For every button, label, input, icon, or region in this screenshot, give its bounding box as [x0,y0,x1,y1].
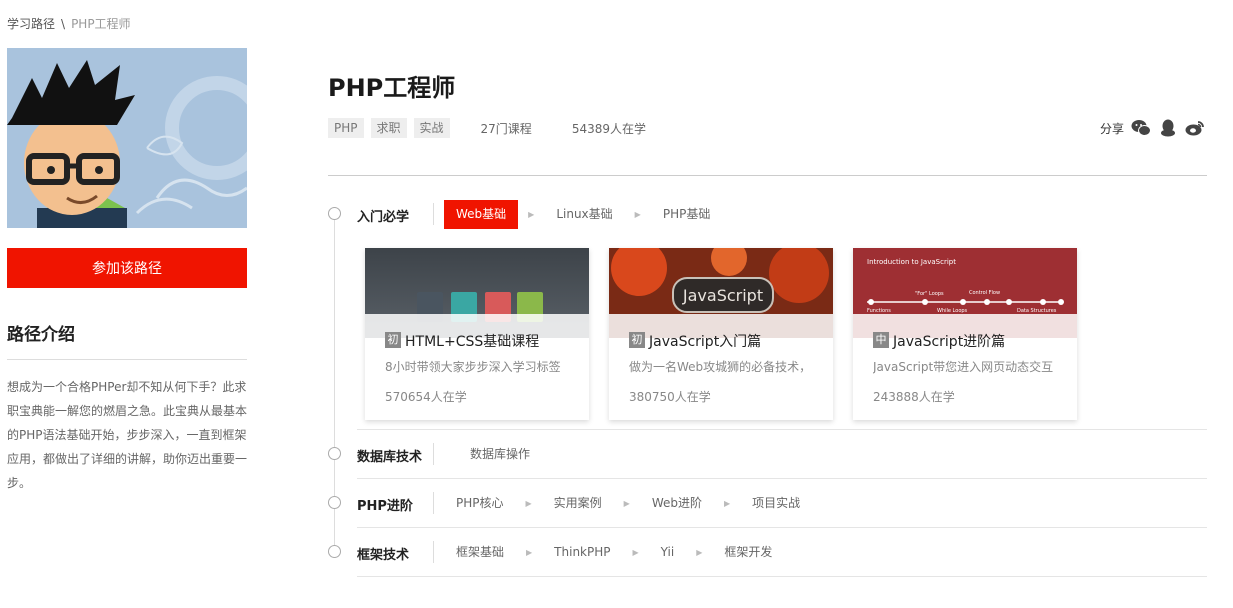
tag-php[interactable]: PHP [328,118,364,138]
course-description: 做为一名Web攻城狮的必备技术， [629,360,812,374]
breadcrumb-root-link[interactable]: 学习路径 [7,17,55,31]
course-count: 27门课程 [480,121,532,136]
course-thumbnail: JavaScript [609,248,833,338]
stage-steps: 框架基础 ▶ ThinkPHP ▶ Yii ▶ 框架开发 [444,538,784,567]
svg-text:Control Flow: Control Flow [969,290,1000,296]
step-thinkphp[interactable]: ThinkPHP [542,538,622,567]
cartoon-avatar-illustration [7,48,247,228]
course-cards: 初 HTML+CSS基础课程 8小时带领大家步步深入学习标签 570654人在学… [365,248,1097,420]
stage-separator [433,203,434,225]
breadcrumb-separator: \ [61,17,66,31]
course-card[interactable]: 初 HTML+CSS基础课程 8小时带领大家步步深入学习标签 570654人在学 [365,248,589,420]
join-path-button[interactable]: 参加该路径 [7,248,247,288]
stage-separator [433,541,434,563]
step-db-operations[interactable]: 数据库操作 [444,440,542,469]
course-description: 8小时带领大家步步深入学习标签 [385,360,561,374]
svg-text:Functions: Functions [867,308,891,314]
arrow-right-icon: ▶ [528,210,535,219]
svg-text:Data Structures: Data Structures [1017,308,1057,314]
stage-divider [357,576,1207,577]
breadcrumb-current: PHP工程师 [71,17,131,31]
level-badge: 初 [629,332,645,348]
header-divider [328,175,1207,176]
stage-divider [357,429,1207,430]
arrow-right-icon: ▶ [526,548,533,557]
course-title: JavaScript进阶篇 [893,334,1006,350]
course-learners: 570654人在学 [385,390,467,404]
thumb-intro-text: Introduction to JavaScript [867,258,956,266]
arrow-right-icon: ▶ [634,210,641,219]
stage-name: PHP进阶 [357,499,413,514]
stage-dot [328,545,341,558]
arrow-right-icon: ▶ [623,499,630,508]
course-title: JavaScript入门篇 [649,334,762,350]
share-bar: 分享 [1100,118,1205,138]
path-intro-heading: 路径介绍 [7,325,75,345]
step-linux-basics[interactable]: Linux基础 [544,200,624,229]
path-cover-image [7,48,247,228]
step-framework-basics[interactable]: 框架基础 [444,538,516,567]
course-thumbnail: Introduction to JavaScript "For" Loops C… [853,248,1077,338]
arrow-right-icon: ▶ [724,499,731,508]
stage-steps: PHP核心 ▶ 实用案例 ▶ Web进阶 ▶ 项目实战 [444,489,812,518]
thumb-js-text: JavaScript [682,286,763,305]
course-learners: 243888人在学 [873,390,955,404]
stage-steps: 数据库操作 [444,440,542,469]
stage-dot [328,496,341,509]
course-card[interactable]: JavaScript 初 JavaScript入门篇 做为一名Web攻城狮的必备… [609,248,833,420]
step-php-basics[interactable]: PHP基础 [651,200,723,229]
path-intro-text: 想成为一个合格PHPer却不知从何下手？此求职宝典能一解您的燃眉之急。此宝典从最… [7,380,248,490]
step-web-basics[interactable]: Web基础 [444,200,519,229]
stage-divider [357,527,1207,528]
wechat-icon[interactable] [1131,118,1151,138]
share-label: 分享 [1099,121,1124,136]
course-title: HTML+CSS基础课程 [405,334,540,350]
stage-steps: Web基础 ▶ Linux基础 ▶ PHP基础 [444,200,722,229]
step-framework-dev[interactable]: 框架开发 [712,538,784,567]
tag-practice[interactable]: 实战 [413,118,450,138]
course-thumbnail [365,248,589,338]
course-card[interactable]: Introduction to JavaScript "For" Loops C… [853,248,1077,420]
course-learners: 380750人在学 [629,390,711,404]
path-meta: PHP 求职 实战 27门课程 54389人在学 [328,118,646,138]
stage-name: 数据库技术 [357,450,423,465]
step-yii[interactable]: Yii [649,538,687,567]
stage-dot [328,447,341,460]
stage-name: 入门必学 [357,210,410,225]
stage-dot [328,207,341,220]
breadcrumb: 学习路径 \ PHP工程师 [7,15,131,32]
level-badge: 初 [385,332,401,348]
weibo-icon[interactable] [1185,118,1205,138]
tag-job[interactable]: 求职 [370,118,407,138]
arrow-right-icon: ▶ [696,548,703,557]
arrow-right-icon: ▶ [632,548,639,557]
qq-icon[interactable] [1158,118,1178,138]
level-badge: 中 [873,332,889,348]
step-project-practice[interactable]: 项目实战 [740,489,812,518]
course-description: JavaScript带您进入网页动态交互 [873,360,1054,374]
stage-name: 框架技术 [357,548,410,563]
step-web-advanced[interactable]: Web进阶 [640,489,714,518]
page-title: PHP工程师 [328,74,456,102]
stage-separator [433,492,434,514]
step-practical-cases[interactable]: 实用案例 [542,489,614,518]
step-php-core[interactable]: PHP核心 [444,489,516,518]
intro-divider [7,359,247,360]
svg-text:While Loops: While Loops [937,308,968,314]
stage-separator [433,443,434,465]
svg-text:"For" Loops: "For" Loops [915,291,944,297]
arrow-right-icon: ▶ [525,499,532,508]
learner-count: 54389人在学 [571,121,646,136]
stage-divider [357,478,1207,479]
